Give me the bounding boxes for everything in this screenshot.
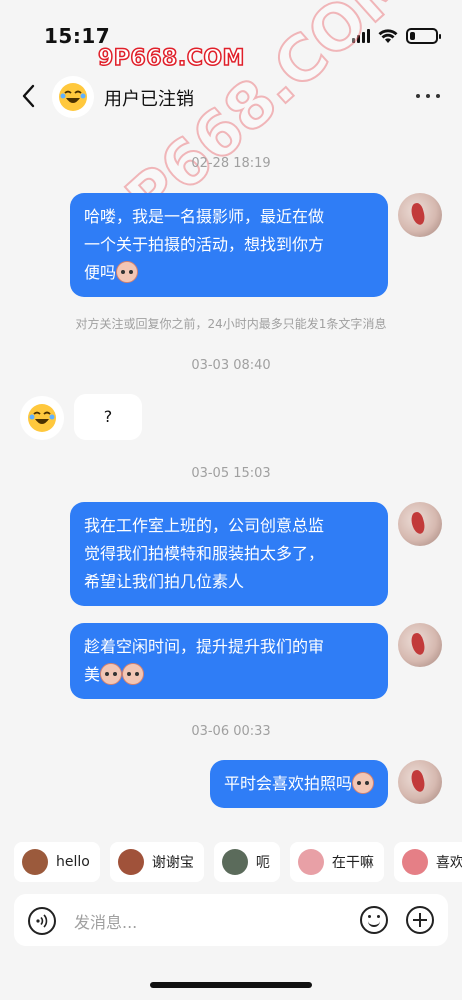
chevron-left-icon bbox=[22, 84, 35, 108]
emoji-button[interactable] bbox=[360, 906, 388, 934]
more-dots-icon bbox=[416, 94, 420, 98]
wifi-icon bbox=[378, 29, 398, 43]
laughing-face-icon bbox=[28, 404, 56, 432]
message-input[interactable]: 发消息... bbox=[74, 909, 137, 933]
message-timestamp: 03-06 00:33 bbox=[191, 724, 271, 739]
quick-reply-bar: hello 谢谢宝 呃 在干嘛 喜欢 bbox=[14, 842, 462, 882]
message-timestamp: 02-28 18:19 bbox=[191, 156, 271, 171]
pig-sticker-icon bbox=[297, 849, 324, 875]
status-time: 15:17 bbox=[44, 24, 111, 48]
more-button[interactable] bbox=[416, 86, 440, 106]
quick-reply-chip[interactable]: 喜欢 bbox=[393, 842, 462, 882]
outgoing-message-bubble[interactable]: 我在工作室上班的，公司创意总监 觉得我们拍模特和服装拍太多了， 希望让我们拍几位… bbox=[70, 502, 388, 606]
home-indicator bbox=[150, 982, 312, 988]
cat-sticker-icon bbox=[221, 849, 248, 875]
monkey-bow-sticker-icon bbox=[117, 849, 144, 875]
incoming-message-bubble[interactable]: ? bbox=[74, 394, 142, 440]
back-button[interactable] bbox=[14, 82, 42, 110]
quick-reply-chip[interactable]: hello bbox=[14, 842, 100, 882]
outgoing-message-bubble[interactable]: 平时会喜欢拍照吗 bbox=[209, 760, 388, 808]
pig-emoji-icon bbox=[116, 261, 139, 283]
voice-button[interactable] bbox=[28, 907, 56, 935]
pig-emoji-icon bbox=[352, 772, 374, 794]
outgoing-message-bubble[interactable]: 趁着空闲时间，提升提升我们的审 美 bbox=[70, 623, 388, 699]
monkey-sticker-icon bbox=[22, 849, 48, 875]
outgoing-message-bubble[interactable]: 哈喽，我是一名摄影师，最近在做 一个关于拍摄的活动，想找到你方 便吗 bbox=[70, 193, 388, 297]
voice-wave-icon bbox=[36, 914, 48, 928]
self-avatar[interactable] bbox=[398, 193, 442, 237]
self-avatar[interactable] bbox=[398, 502, 442, 546]
message-line: 趁着空闲时间，提升提升我们的审 bbox=[84, 637, 325, 656]
message-timestamp: 03-05 15:03 bbox=[191, 466, 271, 481]
chat-title: 用户已注销 bbox=[104, 89, 194, 110]
quick-reply-chip[interactable]: 在干嘛 bbox=[289, 842, 384, 882]
battery-level bbox=[410, 32, 415, 40]
message-line: 美 bbox=[84, 661, 374, 689]
watermark-logo: 9P668.COM bbox=[97, 45, 245, 72]
pig-emoji-icon bbox=[100, 663, 123, 685]
message-line: 我在工作室上班的，公司创意总监 bbox=[84, 516, 325, 535]
quick-reply-chip[interactable]: 谢谢宝 bbox=[109, 842, 204, 882]
message-line: 平时会喜欢拍照吗 bbox=[224, 770, 374, 798]
laughing-face-icon bbox=[59, 83, 87, 111]
message-line: 哈喽，我是一名摄影师，最近在做 bbox=[84, 207, 325, 226]
message-timestamp: 03-03 08:40 bbox=[191, 358, 271, 373]
pig-emoji-icon bbox=[122, 663, 145, 685]
status-icons bbox=[352, 28, 441, 44]
quick-reply-chip[interactable]: 呃 bbox=[213, 842, 280, 882]
self-avatar[interactable] bbox=[398, 623, 442, 667]
contact-avatar[interactable] bbox=[52, 76, 94, 118]
system-notice: 对方关注或回复你之前，24小时内最多只能发1条文字消息 bbox=[75, 317, 387, 331]
cellular-signal-icon bbox=[352, 29, 370, 43]
message-line: 一个关于拍摄的活动，想找到你方 bbox=[84, 235, 325, 254]
add-button[interactable] bbox=[406, 906, 434, 934]
message-input-bar: 发消息... bbox=[14, 894, 448, 946]
contact-avatar[interactable] bbox=[20, 396, 64, 440]
message-line: 觉得我们拍模特和服装拍太多了， bbox=[84, 544, 325, 563]
pig-love-sticker-icon bbox=[401, 849, 428, 875]
message-line: 希望让我们拍几位素人 bbox=[84, 572, 245, 591]
chat-header: 用户已注销 bbox=[0, 70, 462, 124]
battery-icon bbox=[406, 28, 441, 44]
self-avatar[interactable] bbox=[398, 760, 442, 804]
message-line: 便吗 bbox=[84, 259, 374, 287]
